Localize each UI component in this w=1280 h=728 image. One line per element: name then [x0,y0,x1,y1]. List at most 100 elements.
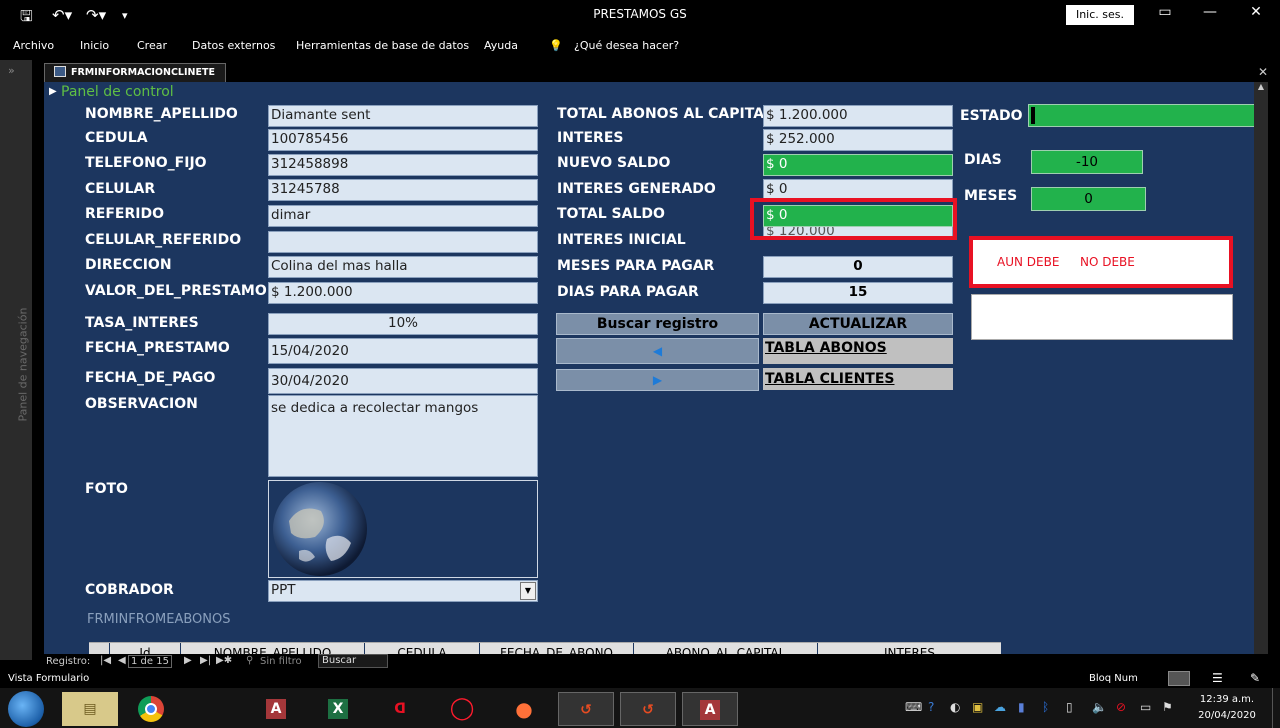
close-document-icon[interactable]: ✕ [1258,65,1268,79]
tabla-clientes-link[interactable]: TABLA CLIENTES [763,368,953,390]
chrome-icon[interactable] [124,692,180,726]
nav-pane-label: Panel de navegación [16,307,30,422]
app-window-2-icon[interactable]: ↺ [620,692,676,726]
form-scrollbar[interactable]: ▲ [1254,82,1268,654]
clock-date[interactable]: 20/04/2020 [1192,710,1262,721]
field-fecha-de-pago[interactable]: 30/04/2020 [268,368,538,394]
flag-icon[interactable]: ⚑ [1162,700,1173,714]
field-meses-para-pagar[interactable]: 0 [763,256,953,278]
menu-herramientas[interactable]: Herramientas de base de datos [296,39,469,52]
label-interes: INTERES [557,130,624,146]
blank-textbox[interactable] [971,294,1233,340]
form-view-icon[interactable] [1168,671,1190,686]
search-record-button[interactable]: Buscar registro [556,313,759,335]
datasheet-view-icon[interactable]: ☰ [1212,671,1223,685]
status-bar: Vista Formulario Bloq Num ☰ ✎ [0,670,1280,688]
app-window-1-icon[interactable]: ↺ [558,692,614,726]
next-record-icon[interactable]: ▶ [184,655,192,666]
record-search-input[interactable]: Buscar [318,654,388,668]
field-fecha-prestamo[interactable]: 15/04/2020 [268,338,538,364]
current-record-input[interactable]: 1 de 15 [128,655,172,668]
volume-icon[interactable]: 🔈 [1092,700,1107,714]
field-cedula[interactable]: 100785456 [268,129,538,151]
field-dias-para-pagar[interactable]: 15 [763,282,953,304]
minimize-icon[interactable]: — [1195,4,1225,20]
label-interes-generado: INTERES GENERADO [557,181,716,197]
col-interes[interactable]: INTERES [818,643,1001,654]
network-icon[interactable]: ▭ [1140,700,1151,714]
field-valor-prestamo[interactable]: $ 1.200.000 [268,282,538,304]
panel-control-link[interactable]: Panel de control [61,84,174,100]
codec-app-icon[interactable]: ᗡ [372,692,428,726]
file-explorer-icon[interactable]: ▤ [62,692,118,726]
field-meses[interactable]: 0 [1031,187,1146,211]
tray-app-icon[interactable]: ◐ [950,700,960,714]
close-icon[interactable]: ✕ [1241,4,1271,20]
tabla-abonos-link[interactable]: TABLA ABONOS [763,338,953,364]
ribbon-options-icon[interactable]: ▭ [1150,4,1180,20]
tray-chart-icon[interactable]: ▮ [1018,700,1025,714]
field-interes[interactable]: $ 252.000 [763,129,953,151]
tray-bluetooth-icon[interactable]: ᛒ [1042,700,1049,714]
access-icon[interactable]: A [248,692,304,726]
label-referido: REFERIDO [85,206,164,222]
update-button[interactable]: ACTUALIZAR [763,313,953,335]
first-record-icon[interactable]: |◀ [100,655,111,666]
help-icon[interactable]: ? [928,700,934,714]
tray-device-icon[interactable]: ▯ [1066,700,1073,714]
select-cobrador[interactable]: PPT [268,580,538,602]
access-window-icon[interactable]: A [682,692,738,726]
menu-inicio[interactable]: Inicio [80,39,109,52]
keyboard-icon[interactable]: ⌨ [905,700,922,714]
next-record-button[interactable]: ▶ [556,369,759,391]
menu-ayuda[interactable]: Ayuda [484,39,518,52]
previous-record-button[interactable]: ◀ [556,338,759,364]
tray-cloud-icon[interactable]: ☁ [994,700,1006,714]
opera-icon[interactable]: ◯ [434,692,490,726]
design-view-icon[interactable]: ✎ [1250,671,1260,685]
firefox-icon[interactable]: ● [496,692,552,726]
filter-icon[interactable]: ⚲ [246,655,253,666]
tell-me-search[interactable]: ¿Qué desea hacer? [574,39,679,52]
field-referido[interactable]: dimar [268,205,538,227]
collapse-arrow-icon[interactable]: ▶ [49,86,57,97]
menu-crear[interactable]: Crear [137,39,167,52]
field-observacion[interactable]: se dedica a recolectar mangos [268,395,538,477]
earth-photo [273,482,367,576]
dropdown-arrow-icon[interactable]: ▼ [520,582,536,600]
sign-in-button[interactable]: Inic. ses. [1066,5,1134,25]
scroll-up-icon[interactable]: ▲ [1255,82,1267,96]
menu-archivo[interactable]: Archivo [13,39,54,52]
col-abono-al-capital[interactable]: ABONO_AL_CAPITAL [634,643,817,654]
form-tab-label: FRMINFORMACIONCLINETE [71,67,215,78]
start-button[interactable] [8,691,44,727]
col-fecha-de-abono[interactable]: FECHA_DE_ABONO [480,643,633,654]
field-nombre-apellido[interactable]: Diamante sent [268,105,538,127]
col-nombre-apellido[interactable]: NOMBRE_APELLIDO [181,643,364,654]
subform-select-all[interactable] [89,643,109,654]
field-direccion[interactable]: Colina del mas halla [268,256,538,278]
no-filter-label[interactable]: Sin filtro [260,656,302,667]
label-tasa-interes: TASA_INTERES [85,315,199,331]
last-record-icon[interactable]: ▶| [200,655,211,666]
excel-icon[interactable]: X [310,692,366,726]
new-record-icon[interactable]: ▶✱ [216,655,232,666]
field-celular[interactable]: 31245788 [268,179,538,201]
prev-record-icon[interactable]: ◀ [118,655,126,666]
field-celular-referido[interactable] [268,231,538,253]
tray-security-icon[interactable]: ⊘ [1116,700,1126,714]
show-desktop-button[interactable] [1272,688,1280,728]
field-tasa-interes[interactable]: 10% [268,313,538,335]
col-cedula[interactable]: CEDULA [365,643,479,654]
menu-datos-externos[interactable]: Datos externos [192,39,275,52]
photo-frame [268,480,538,578]
field-dias[interactable]: -10 [1031,150,1143,174]
tray-folder-icon[interactable]: ▣ [972,700,983,714]
expand-nav-icon[interactable]: » [8,64,15,77]
col-id[interactable]: Id [110,643,180,654]
clock-time[interactable]: 12:39 a.m. [1192,694,1262,705]
field-total-abonos-capital[interactable]: $ 1.200.000 [763,105,953,127]
field-telefono-fijo[interactable]: 312458898 [268,154,538,176]
document-tab[interactable]: FRMINFORMACIONCLINETE [44,63,226,82]
field-nuevo-saldo[interactable]: $ 0 [763,154,953,176]
